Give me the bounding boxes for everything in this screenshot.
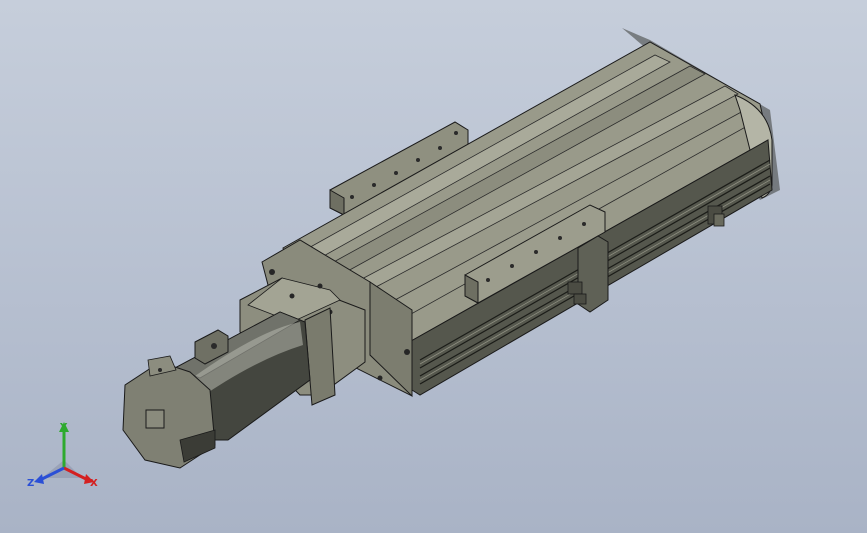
y-axis-label: Y <box>59 422 68 433</box>
z-axis-arrow-icon <box>34 474 44 484</box>
motor-shaft-square <box>145 409 165 429</box>
limit-sensor-clip <box>707 205 725 227</box>
z-axis-label: Z <box>27 478 34 489</box>
x-axis-label: X <box>90 478 98 489</box>
cad-viewport[interactable]: Y X Z <box>0 0 867 533</box>
linear-actuator-model[interactable] <box>0 0 867 533</box>
orientation-triad[interactable]: Y X Z <box>24 418 104 498</box>
